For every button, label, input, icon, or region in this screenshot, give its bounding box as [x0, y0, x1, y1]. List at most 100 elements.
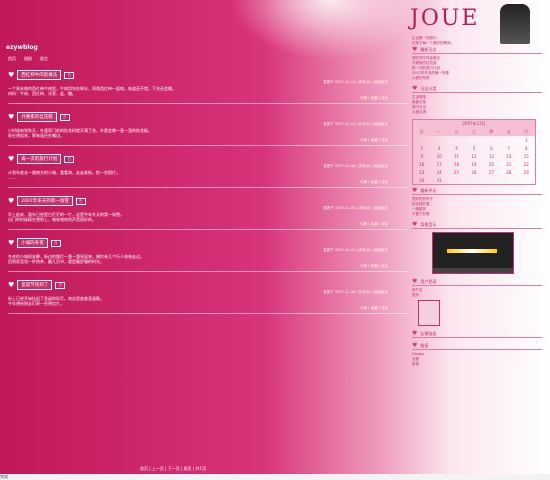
player-controls[interactable] [433, 268, 513, 273]
post-title[interactable]: 外婆家的桂花糕 [17, 112, 57, 122]
calendar-day[interactable]: 14 [500, 152, 517, 160]
post-list: ♥ 西红柿牛肉饭做法日发表于 2007-12-12 | 评论(0) | 阅读全文一… [8, 70, 408, 322]
calendar-day[interactable]: 31 [430, 176, 447, 184]
post-footer-links[interactable]: 引用 | 收藏 | 评论 [8, 138, 408, 143]
music-player[interactable] [432, 232, 514, 274]
calendar-day[interactable] [430, 136, 447, 144]
nav-album[interactable]: 相册 [24, 56, 32, 62]
calendar-day[interactable]: 20 [483, 160, 500, 168]
calendar-day[interactable] [448, 176, 465, 184]
calendar: 2007年12月 日一二三四五六 1 2 3 4 5 6 7 8 9 10 11 12 13 14 15 16 1… [412, 119, 536, 185]
post-tag-icon: 日 [64, 155, 75, 163]
calendar-day[interactable]: 15 [518, 152, 535, 160]
link-item[interactable]: 新浪 [412, 362, 542, 367]
calendar-day[interactable]: 30 [413, 176, 430, 184]
category-link[interactable]: 心情点滴 [412, 110, 542, 115]
calendar-day[interactable]: 28 [500, 168, 517, 176]
post-header: ♥ 再一次的旅行计划日 [8, 154, 408, 164]
calendar-day[interactable] [465, 136, 482, 144]
post-footer-links[interactable]: 引用 | 收藏 | 评论 [8, 222, 408, 227]
calendar-day[interactable]: 2 [413, 144, 430, 152]
player-visualizer [447, 249, 497, 253]
blog-post: ♥ 小城的冬夜日发表于 2007-12-01 | 评论(0) | 阅读全文 冬夜的小… [8, 238, 408, 272]
calendar-day[interactable]: 26 [465, 168, 482, 176]
friends-title: 友情链接 [420, 330, 437, 336]
calendar-day[interactable] [483, 136, 500, 144]
sidebar: 生活是一场旅行， 记录下每一个美好的瞬间。 ♥ 最新日志 西红柿牛肉饭做法 外婆家… [412, 36, 542, 371]
calendar-day[interactable] [500, 136, 517, 144]
calendar-day[interactable]: 18 [448, 160, 465, 168]
divider [8, 271, 408, 272]
post-footer-links[interactable]: 引用 | 收藏 | 评论 [8, 264, 408, 269]
calendar-day[interactable]: 10 [430, 152, 447, 160]
divider [8, 313, 408, 314]
calendar-day[interactable] [483, 176, 500, 184]
post-title[interactable]: 圣诞节快到了 [17, 280, 53, 290]
calendar-day[interactable]: 29 [518, 168, 535, 176]
calendar-day[interactable]: 4 [448, 144, 465, 152]
post-title[interactable]: 小城的冬夜 [17, 238, 48, 248]
calendar-day[interactable]: 19 [465, 160, 482, 168]
site-logo: JOUE [410, 6, 480, 31]
heart-icon: ♥ [8, 197, 15, 205]
calendar-day[interactable]: 7 [500, 144, 517, 152]
calendar-day[interactable]: 8 [518, 144, 535, 152]
links-title: 链接 [420, 342, 429, 348]
recent-posts-box: ♥ 最新日志 西红柿牛肉饭做法 外婆家的桂花糕 再一次的旅行计划 2007年冬天的… [412, 46, 542, 81]
calendar-weekday: 一 [430, 128, 448, 136]
post-body: 街上已经开始挂起了圣诞的彩灯，商店里放着圣诞歌。 今年想给朋友们寄一些明信片。 [8, 296, 408, 306]
nav-guestbook[interactable]: 留言 [40, 56, 48, 62]
calendar-day[interactable]: 9 [413, 152, 430, 160]
calendar-day[interactable]: 13 [483, 152, 500, 160]
recent-posts-title: 最新日志 [420, 46, 437, 52]
calendar-day[interactable]: 6 [483, 144, 500, 152]
calendar-day[interactable] [448, 136, 465, 144]
pagination[interactable]: 首页 | 上一页 | 下一页 | 尾页 | 共1页 [140, 466, 206, 472]
post-title[interactable]: 西红柿牛肉饭做法 [17, 70, 62, 80]
calendar-day[interactable]: 12 [465, 152, 482, 160]
calendar-weekday: 三 [465, 128, 483, 136]
calendar-day[interactable]: 5 [465, 144, 482, 152]
heart-icon: ♥ [412, 342, 418, 349]
avatar [418, 300, 440, 326]
calendar-day[interactable] [465, 176, 482, 184]
post-title[interactable]: 2007年冬天的第一场雪 [17, 196, 73, 206]
post-footer-links[interactable]: 引用 | 收藏 | 评论 [8, 180, 408, 185]
calendar-day[interactable]: 27 [483, 168, 500, 176]
password-field[interactable]: 密码 [412, 293, 542, 298]
calendar-day[interactable]: 16 [413, 160, 430, 168]
nav-home[interactable]: 首页 [8, 56, 16, 62]
heart-icon: ♥ [8, 155, 15, 163]
calendar-day[interactable]: 25 [448, 168, 465, 176]
calendar-day[interactable]: 23 [413, 168, 430, 176]
heart-icon: ♥ [412, 46, 418, 53]
post-tag-icon: 日 [50, 239, 61, 247]
heart-icon: ♥ [412, 85, 418, 92]
calendar-day[interactable] [518, 176, 535, 184]
calendar-day[interactable]: 22 [518, 160, 535, 168]
header-decoration [230, 0, 430, 60]
post-body: 冬夜的小城很安静，街边的路灯一盏一盏亮起来，偶尔有几个行人匆匆走过。 回到家里泡一… [8, 254, 408, 264]
calendar-day[interactable] [413, 136, 430, 144]
post-title[interactable]: 再一次的旅行计划 [17, 154, 62, 164]
calendar-day[interactable]: 24 [430, 168, 447, 176]
calendar-day[interactable]: 11 [448, 152, 465, 160]
calendar-day[interactable]: 17 [430, 160, 447, 168]
login-title: 用户登录 [420, 278, 437, 284]
heart-icon: ♥ [412, 221, 418, 228]
post-footer-links[interactable]: 引用 | 收藏 | 评论 [8, 306, 408, 311]
status-bar: 完成 [0, 474, 550, 480]
post-footer-links[interactable]: 引用 | 收藏 | 评论 [8, 96, 408, 101]
calendar-day[interactable]: 1 [518, 136, 535, 144]
music-title: 背景音乐 [420, 221, 437, 227]
calendar-day[interactable] [500, 176, 517, 184]
calendar-day[interactable]: 3 [430, 144, 447, 152]
calendar-day[interactable]: 21 [500, 160, 517, 168]
post-header: ♥ 圣诞节快到了日 [8, 280, 408, 290]
post-header: ♥ 外婆家的桂花糕日 [8, 112, 408, 122]
comment-link[interactable]: 下雪了好美 [412, 212, 542, 217]
divider [8, 187, 408, 188]
blog-post: ♥ 2007年冬天的第一场雪日发表于 2007-12-05 | 评论(0) | 阅… [8, 196, 408, 230]
blog-post: ♥ 外婆家的桂花糕日发表于 2007-12-10 | 评论(0) | 阅读全文 小时… [8, 112, 408, 146]
recent-post-link[interactable]: 小城的冬夜 [412, 76, 542, 81]
